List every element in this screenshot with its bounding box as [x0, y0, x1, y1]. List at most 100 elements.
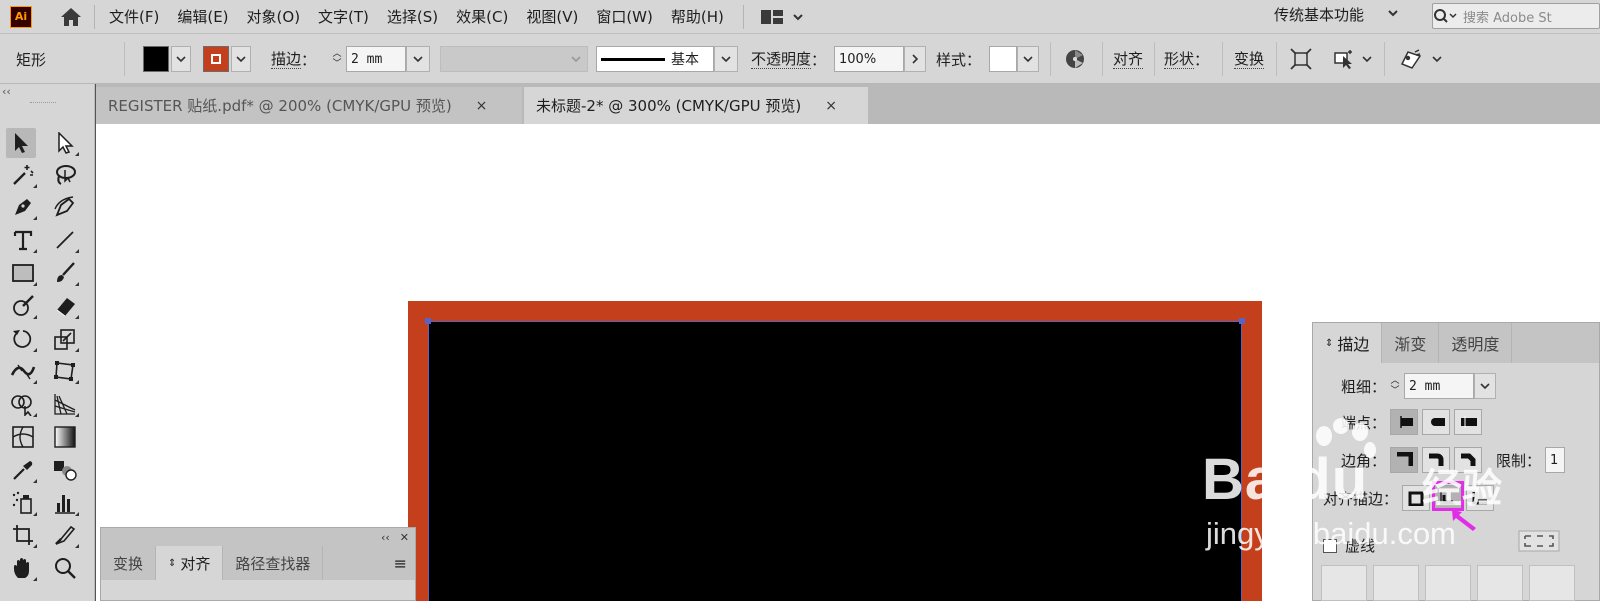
direct-selection-tool[interactable] — [50, 128, 80, 158]
edit-contents-dropdown[interactable] — [1330, 34, 1372, 84]
brush-dropdown[interactable] — [714, 46, 738, 72]
workspace-switcher[interactable]: 传统基本功能 — [1274, 4, 1364, 25]
chevron-down-icon[interactable] — [1386, 6, 1400, 24]
bevel-join-icon[interactable] — [1454, 447, 1483, 473]
tab-pathfinder[interactable]: 路径查找器 — [223, 546, 324, 580]
fill-control[interactable] — [143, 34, 191, 84]
recolor-artwork-button[interactable] — [1060, 34, 1090, 84]
anchor-point[interactable] — [1239, 318, 1245, 324]
graphic-style-dropdown[interactable] — [1017, 46, 1039, 72]
dash-field[interactable] — [1529, 565, 1575, 601]
selected-rectangle-fill[interactable] — [428, 321, 1242, 601]
menu-object[interactable]: 对象(O) — [238, 6, 310, 27]
projecting-cap-icon[interactable] — [1454, 409, 1483, 435]
symbol-sprayer-tool[interactable] — [8, 488, 38, 518]
tab-register-sticker[interactable]: REGISTER 贴纸.pdf* @ 200% (CMYK/GPU 预览) × — [96, 87, 522, 124]
menu-help[interactable]: 帮助(H) — [662, 6, 733, 27]
paintbrush-tool[interactable] — [50, 258, 80, 288]
butt-cap-icon[interactable] — [1390, 409, 1419, 435]
opacity-label-group[interactable]: 不透明度： — [751, 34, 826, 84]
stroke-color-control[interactable] — [203, 34, 251, 84]
tab-stroke[interactable]: ⇕ 描边 — [1313, 323, 1383, 363]
brush-definition[interactable]: 基本 — [596, 34, 738, 84]
tab-align[interactable]: ⇕ 对齐 — [156, 546, 224, 580]
stroke-weight-dropdown[interactable] — [406, 46, 430, 72]
menu-file[interactable]: 文件(F) — [105, 6, 168, 27]
opacity-expand[interactable] — [904, 46, 926, 72]
home-icon[interactable] — [58, 6, 84, 28]
close-icon[interactable]: ✕ — [400, 531, 409, 544]
close-icon[interactable]: × — [825, 98, 837, 114]
align-stroke-center-icon[interactable] — [1402, 485, 1431, 511]
miter-join-icon[interactable] — [1390, 447, 1419, 473]
recolor-wheel-icon[interactable] — [1060, 44, 1090, 74]
tab-transparency[interactable]: 透明度 — [1439, 323, 1513, 363]
lasso-tool[interactable] — [50, 160, 80, 190]
shaper-tool[interactable] — [8, 291, 38, 321]
select-similar-icon[interactable] — [1330, 44, 1360, 74]
transform-link[interactable]: 变换 — [1234, 50, 1265, 69]
opacity-control[interactable]: 100% — [834, 34, 926, 84]
magic-wand-tool[interactable] — [8, 160, 38, 190]
selected-rectangle-stroke[interactable] — [408, 301, 1262, 601]
close-icon[interactable]: × — [476, 98, 488, 114]
stroke-weight-input[interactable]: 2 mm — [346, 46, 406, 72]
panel-grip[interactable] — [30, 102, 56, 105]
panel-menu-icon[interactable]: ≡ — [394, 546, 415, 580]
round-join-icon[interactable] — [1422, 447, 1451, 473]
fill-dropdown[interactable] — [171, 46, 191, 72]
collapse-panel-icon[interactable]: ‹‹ — [2, 85, 11, 98]
gap-field[interactable] — [1373, 565, 1419, 601]
slice-tool[interactable] — [50, 520, 80, 550]
stroke-link[interactable]: 描边 — [271, 50, 302, 69]
graphic-style-control[interactable] — [989, 34, 1039, 84]
weight-input[interactable]: 2 mm — [1404, 373, 1475, 399]
menu-view[interactable]: 视图(V) — [517, 6, 587, 27]
scale-tool[interactable] — [50, 324, 80, 354]
eraser-tool[interactable] — [50, 291, 80, 321]
align-link[interactable]: 对齐 — [1113, 50, 1144, 69]
column-graph-tool[interactable] — [50, 488, 80, 518]
menu-effect[interactable]: 效果(C) — [447, 6, 517, 27]
menu-window[interactable]: 窗口(W) — [587, 6, 662, 27]
zoom-tool[interactable] — [50, 553, 80, 583]
perspective-grid-tool[interactable] — [50, 389, 80, 419]
hand-tool[interactable] — [8, 553, 38, 583]
limit-input[interactable]: 1 — [1545, 447, 1566, 473]
artboard-tool[interactable] — [8, 520, 38, 550]
shape-builder-tool[interactable] — [8, 389, 38, 419]
curvature-tool[interactable] — [50, 192, 80, 222]
puppet-warp-icon[interactable] — [1396, 44, 1426, 74]
arrange-documents-button[interactable] — [760, 8, 804, 26]
isolate-object-icon[interactable] — [1286, 44, 1316, 74]
menu-edit[interactable]: 编辑(E) — [168, 6, 237, 27]
brush-preview[interactable]: 基本 — [596, 46, 714, 72]
puppet-warp-dropdown[interactable] — [1396, 34, 1442, 84]
stroke-swatch[interactable] — [203, 46, 229, 72]
tab-untitled-2[interactable]: 未标题-2* @ 300% (CMYK/GPU 预览) × — [524, 87, 868, 124]
graphic-style-swatch[interactable] — [989, 46, 1017, 72]
stroke-dropdown[interactable] — [231, 46, 251, 72]
menu-select[interactable]: 选择(S) — [378, 6, 447, 27]
dashed-line-checkbox[interactable] — [1323, 538, 1337, 553]
panel-titlebar[interactable]: ‹‹ ✕ — [101, 528, 415, 546]
weight-dropdown[interactable] — [1474, 373, 1497, 399]
round-cap-icon[interactable] — [1422, 409, 1451, 435]
eyedropper-tool[interactable] — [8, 455, 38, 485]
dash-field[interactable] — [1321, 565, 1367, 601]
dash-field[interactable] — [1425, 565, 1471, 601]
tab-transform[interactable]: 变换 — [101, 546, 157, 580]
rectangle-tool[interactable] — [8, 258, 38, 288]
shape-link[interactable]: 形状 — [1164, 50, 1195, 69]
type-tool[interactable] — [8, 225, 38, 255]
anchor-point[interactable] — [425, 318, 431, 324]
pen-tool[interactable] — [8, 192, 38, 222]
tab-gradient[interactable]: 渐变 — [1382, 323, 1440, 363]
collapse-panel-icon[interactable]: ‹‹ — [381, 531, 390, 544]
width-tool[interactable] — [8, 356, 38, 386]
fill-swatch[interactable] — [143, 46, 169, 72]
stroke-label-group[interactable]: 描边： — [271, 34, 316, 84]
rotate-tool[interactable] — [8, 324, 38, 354]
free-transform-tool[interactable] — [50, 356, 80, 386]
stepper-icon[interactable]: ︿ ﹀ — [1386, 373, 1404, 399]
